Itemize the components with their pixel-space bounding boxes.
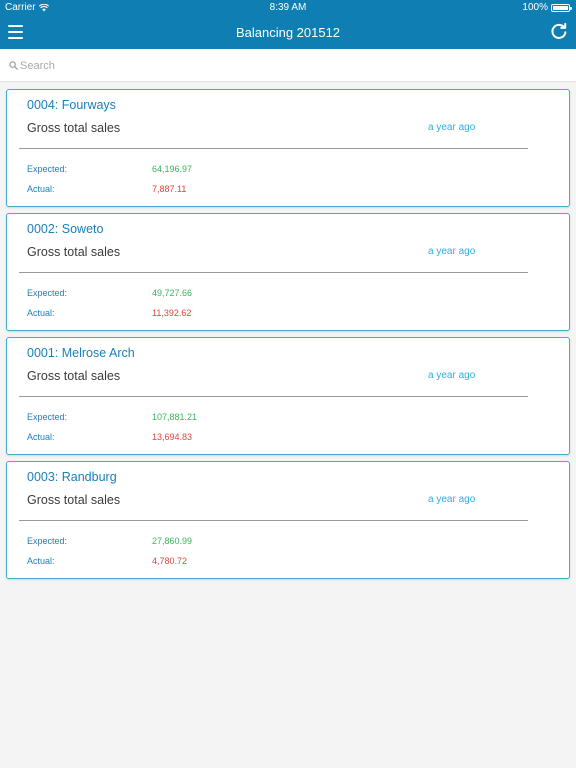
refresh-icon[interactable] (550, 22, 568, 40)
store-card-list: 0004: Fourways Gross total sales a year … (0, 89, 576, 585)
store-card[interactable]: 0004: Fourways Gross total sales a year … (6, 89, 570, 207)
expected-value: 64,196.97 (152, 164, 193, 174)
actual-value: 13,694.83 (152, 432, 193, 442)
divider (19, 520, 528, 521)
expected-value: 27,860.99 (152, 536, 193, 546)
search-icon (9, 61, 18, 70)
time-ago: a year ago (428, 246, 476, 257)
actual-label: Actual: (27, 184, 55, 194)
status-bar: Carrier 8:39 AM 100% (0, 0, 576, 16)
store-name: 0001: Melrose Arch (27, 346, 135, 360)
store-name: 0004: Fourways (27, 98, 116, 112)
divider (19, 148, 528, 149)
search-input[interactable] (20, 56, 560, 76)
expected-label: Expected: (27, 164, 68, 174)
expected-label: Expected: (27, 288, 68, 298)
store-name: 0002: Soweto (27, 222, 104, 236)
store-card[interactable]: 0003: Randburg Gross total sales a year … (6, 461, 570, 579)
store-name: 0003: Randburg (27, 470, 117, 484)
store-card[interactable]: 0002: Soweto Gross total sales a year ag… (6, 213, 570, 331)
actual-label: Actual: (27, 308, 55, 318)
time-ago: a year ago (428, 122, 476, 133)
battery-indicator: 100% (522, 2, 572, 13)
metric-label: Gross total sales (27, 245, 121, 259)
metric-label: Gross total sales (27, 369, 121, 383)
battery-icon (551, 3, 572, 12)
store-card[interactable]: 0001: Melrose Arch Gross total sales a y… (6, 337, 570, 455)
search-bar (0, 49, 576, 82)
metric-label: Gross total sales (27, 493, 121, 507)
expected-value: 107,881.21 (152, 412, 198, 422)
actual-value: 7,887.11 (152, 184, 187, 194)
expected-label: Expected: (27, 536, 68, 546)
expected-label: Expected: (27, 412, 68, 422)
battery-percent: 100% (522, 2, 548, 13)
divider (19, 396, 528, 397)
actual-label: Actual: (27, 432, 55, 442)
actual-label: Actual: (27, 556, 55, 566)
status-time: 8:39 AM (269, 2, 307, 13)
nav-bar: Balancing 201512 (0, 16, 576, 49)
actual-value: 11,392.62 (152, 308, 192, 318)
page-title: Balancing 201512 (235, 25, 341, 40)
expected-value: 49,727.66 (152, 288, 193, 298)
divider (19, 272, 528, 273)
metric-label: Gross total sales (27, 121, 121, 135)
actual-value: 4,780.72 (152, 556, 188, 566)
time-ago: a year ago (428, 370, 476, 381)
time-ago: a year ago (428, 494, 476, 505)
